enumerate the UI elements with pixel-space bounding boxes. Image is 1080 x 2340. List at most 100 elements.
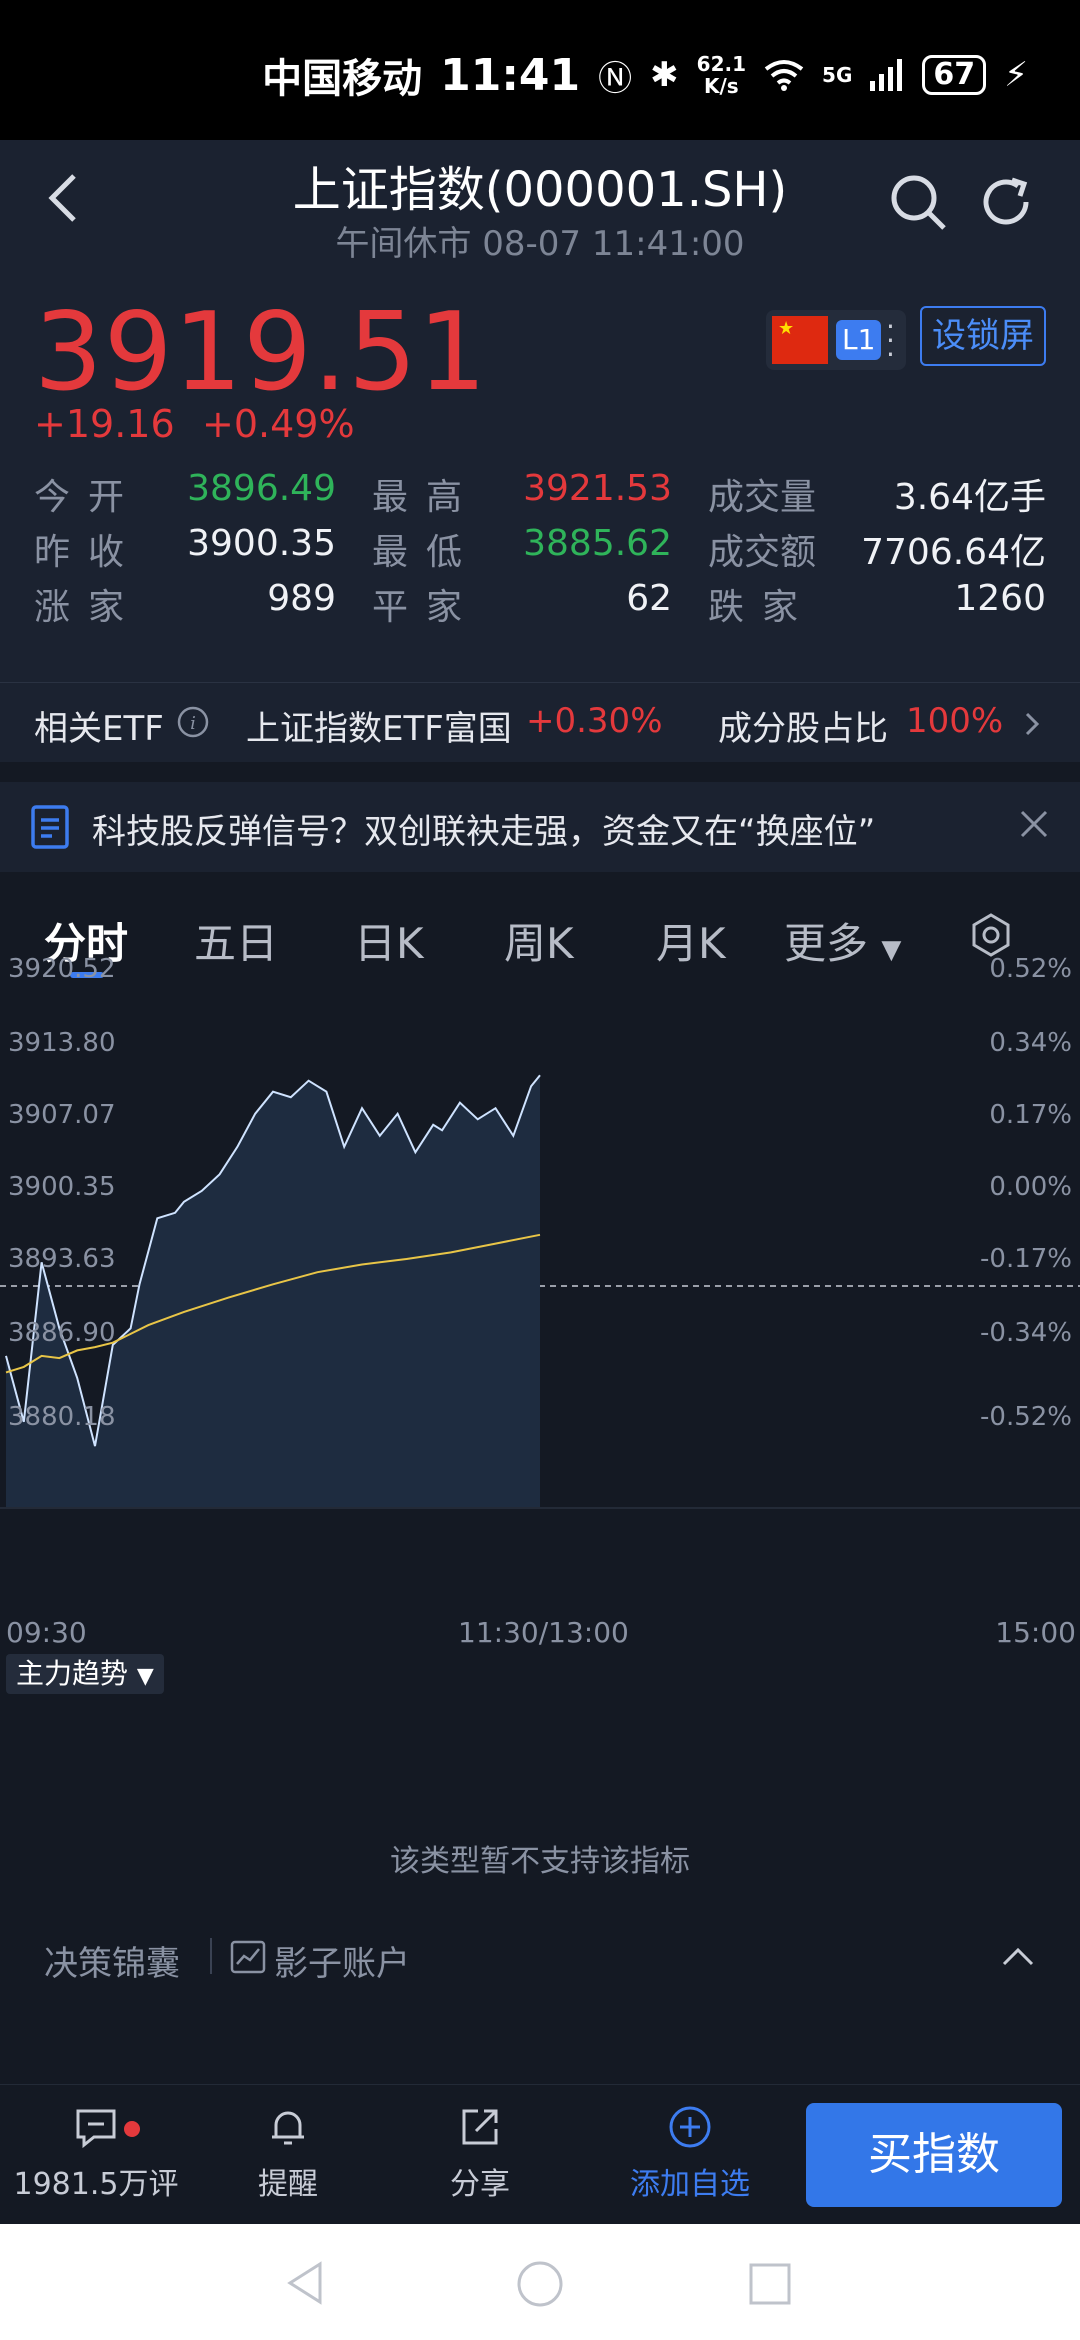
add-watchlist-button[interactable]: 添加自选 bbox=[600, 2103, 780, 2203]
y-tick-label: 3907.07 bbox=[8, 1100, 116, 1130]
stats-row: 涨家 989 平家 62 跌家 1260 bbox=[34, 578, 1046, 633]
etf-name: 上证指数ETF富国 bbox=[246, 709, 512, 749]
search-icon[interactable] bbox=[886, 170, 950, 234]
stat-value: 3.64亿手 bbox=[893, 477, 1046, 518]
clock: 11:41 bbox=[440, 49, 581, 101]
status-bar-right: 中国移动 11:41 Ⓝ ✱ 62.1 K/s 5G 67 ⚡ bbox=[262, 46, 1028, 104]
pct-tick-label: 0.17% bbox=[989, 1100, 1072, 1130]
comments-button[interactable]: 1981.5万评 bbox=[6, 2103, 186, 2203]
bell-icon bbox=[272, 2111, 304, 2145]
shadow-account-link[interactable]: 影子账户 bbox=[274, 1936, 410, 1985]
net-speed-value: 62.1 bbox=[696, 52, 747, 76]
status-bar: 中国移动 11:41 Ⓝ ✱ 62.1 K/s 5G 67 ⚡ bbox=[0, 0, 1080, 140]
stat-value: 3900.35 bbox=[187, 523, 336, 564]
stat-value: 62 bbox=[626, 578, 672, 619]
x-tick-label: 15:00 bbox=[995, 1616, 1076, 1649]
y-tick-label: 3920.52 bbox=[8, 954, 116, 984]
share-icon bbox=[462, 2109, 498, 2145]
stat-label: 成交量 bbox=[708, 477, 817, 518]
share-button[interactable]: 分享 bbox=[390, 2103, 570, 2203]
price-area bbox=[6, 1075, 540, 1508]
stat-value: 3896.49 bbox=[187, 468, 336, 509]
more-dots-icon: · · · bbox=[886, 310, 895, 371]
y-tick-label: 3893.63 bbox=[8, 1244, 116, 1274]
news-icon bbox=[31, 805, 69, 849]
etf-pct: +0.30% bbox=[526, 701, 663, 741]
comments-label: 1981.5万评 bbox=[13, 2167, 179, 2202]
tab-more[interactable]: 更多 ▼ bbox=[784, 910, 901, 971]
stats-grid: 今开 3896.49 最高 3921.53 成交量 3.64亿手 昨收 3900… bbox=[34, 468, 1046, 633]
related-etf-row[interactable]: 相关ETF i 上证指数ETF富国 +0.30% 成分股占比 100% bbox=[0, 682, 1080, 762]
pct-tick-label: 0.52% bbox=[989, 954, 1072, 984]
nfc-icon: Ⓝ bbox=[598, 58, 633, 99]
tools-strip: 决策锦囊 影子账户 bbox=[0, 1916, 1080, 1996]
stat-value: 3921.53 bbox=[523, 468, 672, 509]
signal-bars-icon bbox=[870, 59, 903, 91]
stat-label: 跌家 bbox=[708, 587, 817, 628]
lock-screen-button[interactable]: 设锁屏 bbox=[920, 306, 1046, 366]
pct-tick-label: 0.34% bbox=[989, 1028, 1072, 1058]
pct-tick-label: 0.00% bbox=[989, 1172, 1072, 1202]
chart-panel: 分时 五日 日K 周K 月K 更多 ▼ 3920.52 3913.80 3907… bbox=[0, 892, 1080, 2050]
indicator-selector[interactable]: 主力趋势 ▼ bbox=[6, 1654, 164, 1694]
decision-tips-link[interactable]: 决策锦囊 bbox=[44, 1936, 180, 1985]
last-price: 3919.51 bbox=[34, 290, 488, 415]
caret-down-icon: ▼ bbox=[136, 1664, 154, 1689]
nav-home-icon[interactable] bbox=[516, 2260, 564, 2308]
close-icon[interactable] bbox=[1018, 808, 1050, 840]
top-header: 上证指数(000001.SH) 午间休市 08-07 11:41:00 bbox=[0, 140, 1080, 290]
chart-layer bbox=[0, 1074, 1080, 1509]
net-speed: 62.1 K/s bbox=[697, 53, 746, 97]
info-icon[interactable]: i bbox=[176, 705, 210, 739]
stat-value: 3885.62 bbox=[523, 523, 672, 564]
nav-back-icon[interactable] bbox=[284, 2260, 330, 2306]
market-level-selector[interactable]: ★ L1 · · · bbox=[766, 310, 906, 370]
add-watchlist-label: 添加自选 bbox=[630, 2167, 750, 2202]
stats-row: 昨收 3900.35 最低 3885.62 成交额 7706.64亿 bbox=[34, 523, 1046, 578]
indicator-unsupported-message: 该类型暂不支持该指标 bbox=[390, 1844, 690, 1879]
battery-icon: 67 bbox=[922, 55, 987, 95]
pct-tick-label: -0.17% bbox=[980, 1244, 1072, 1274]
nav-recents-icon[interactable] bbox=[748, 2262, 792, 2306]
intraday-chart[interactable] bbox=[0, 980, 1080, 1592]
signal-5g-icon: 5G bbox=[822, 63, 853, 87]
bluetooth-icon: ✱ bbox=[650, 55, 679, 95]
chevron-up-icon[interactable] bbox=[1000, 1944, 1036, 1968]
constituent-ratio-value: 100% bbox=[906, 701, 1004, 741]
comment-icon bbox=[76, 2109, 116, 2149]
y-tick-label: 3913.80 bbox=[8, 1028, 116, 1058]
net-speed-unit: K/s bbox=[703, 74, 739, 98]
svg-text:i: i bbox=[190, 713, 196, 734]
charging-icon: ⚡ bbox=[1004, 55, 1028, 95]
level-badge: L1 bbox=[836, 320, 882, 360]
refresh-icon[interactable] bbox=[974, 170, 1038, 234]
share-label: 分享 bbox=[450, 2167, 510, 2202]
wifi-icon bbox=[764, 60, 804, 91]
tab-monthly-k[interactable]: 月K bbox=[656, 910, 726, 971]
y-tick-label: 3900.35 bbox=[8, 1172, 116, 1202]
divider bbox=[210, 1938, 212, 1974]
chart-account-icon bbox=[230, 1940, 266, 1974]
carrier-name: 中国移动 bbox=[262, 56, 423, 102]
buy-index-button[interactable]: 买指数 bbox=[806, 2103, 1062, 2207]
tab-more-label: 更多 bbox=[784, 919, 869, 968]
news-headline: 科技股反弹信号？双创联袂走强，资金又在“换座位” bbox=[92, 812, 876, 852]
etf-label: 相关ETF bbox=[34, 709, 164, 749]
price-change: +19.16 bbox=[34, 402, 175, 446]
tab-weekly-k[interactable]: 周K bbox=[504, 910, 574, 971]
pct-tick-label: -0.34% bbox=[980, 1318, 1072, 1348]
tab-five-day[interactable]: 五日 bbox=[194, 910, 278, 971]
remind-label: 提醒 bbox=[258, 2167, 318, 2202]
y-tick-label: 3886.90 bbox=[8, 1318, 116, 1348]
remind-button[interactable]: 提醒 bbox=[198, 2103, 378, 2203]
add-circle-icon bbox=[669, 2106, 711, 2148]
constituent-ratio-label: 成分股占比 bbox=[718, 709, 888, 749]
chevron-right-icon bbox=[1025, 712, 1040, 736]
stat-value: 1260 bbox=[954, 578, 1046, 619]
period-tabs: 分时 五日 日K 周K 月K 更多 ▼ bbox=[0, 892, 1080, 980]
news-banner[interactable]: 科技股反弹信号？双创联袂走强，资金又在“换座位” bbox=[0, 782, 1080, 872]
tab-daily-k[interactable]: 日K bbox=[354, 910, 424, 971]
bottom-toolbar: 1981.5万评 提醒 分享 添加自选 买指数 bbox=[0, 2084, 1080, 2224]
stats-row: 今开 3896.49 最高 3921.53 成交量 3.64亿手 bbox=[34, 468, 1046, 523]
settings-icon[interactable] bbox=[968, 912, 1014, 958]
